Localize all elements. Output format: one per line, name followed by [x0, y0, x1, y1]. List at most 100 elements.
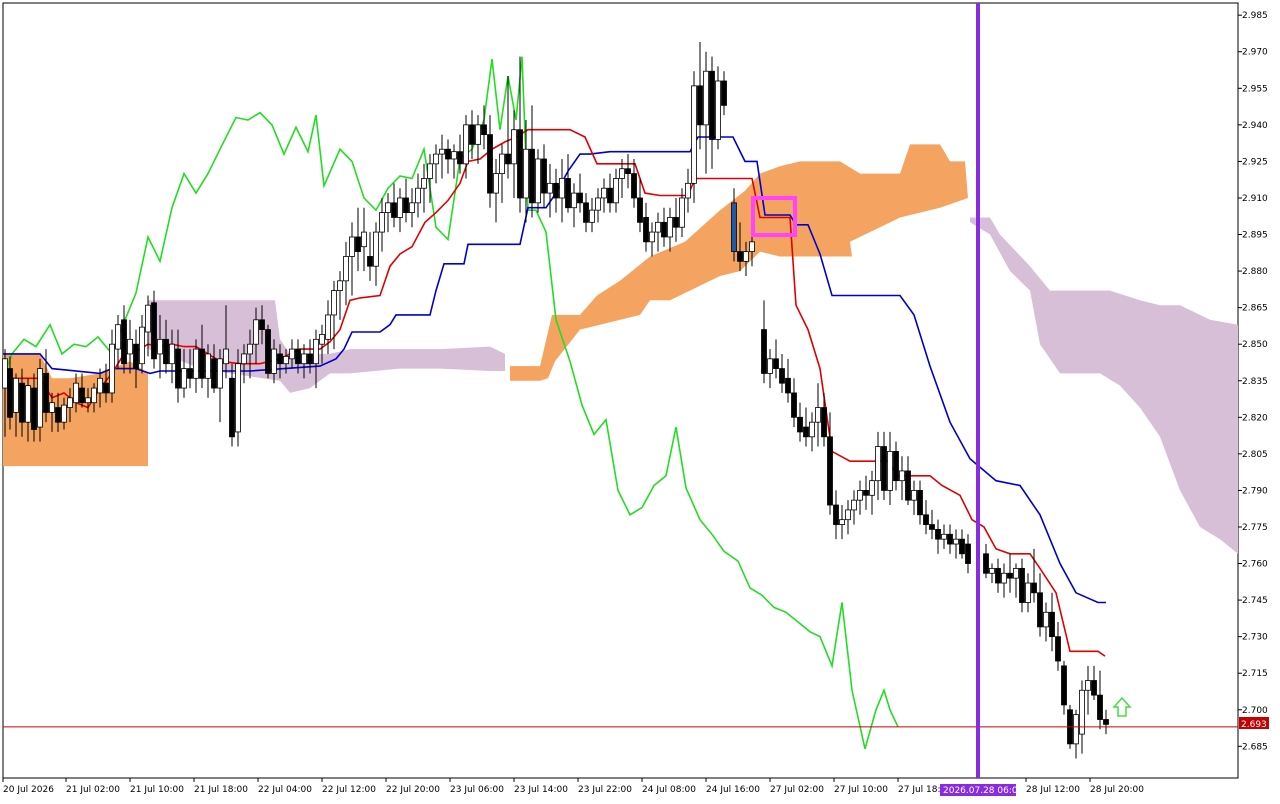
candle-body — [133, 343, 139, 369]
vline-time-label: 2026.07.28 06:00 — [943, 786, 1024, 796]
candle-body — [31, 387, 37, 430]
x-tick-label: 23 Jul 06:00 — [450, 785, 504, 795]
candle-body — [577, 192, 583, 204]
candle-body — [37, 368, 43, 428]
candle-body — [1049, 611, 1055, 638]
candle-body — [947, 533, 953, 545]
candle-body — [193, 348, 199, 379]
ichimoku-chart[interactable]: 2.985 2.970 2.955 2.940 2.925 2.910 2.895 2.880… — [0, 0, 1280, 800]
candle-body — [983, 553, 989, 574]
candle-body — [553, 182, 559, 199]
x-tick-label: 22 Jul 12:00 — [322, 785, 376, 795]
candle-body — [397, 197, 403, 218]
candle-body — [151, 302, 157, 360]
candle-body — [893, 451, 899, 482]
candle-body — [187, 368, 193, 379]
candle-body — [589, 209, 595, 223]
candle-body — [637, 197, 643, 223]
candle-body — [265, 329, 271, 374]
candle-body — [595, 197, 601, 211]
candle-body — [715, 80, 721, 140]
candle-body — [445, 148, 451, 160]
candle-body — [235, 363, 241, 433]
y-tick-label: 2.700 — [1242, 706, 1268, 716]
candle-body — [703, 70, 709, 126]
candle-body — [613, 178, 619, 204]
candle-body — [433, 153, 439, 165]
candle-body — [625, 168, 631, 174]
candle-body — [785, 377, 791, 394]
candle-body — [247, 343, 253, 355]
y-tick-label: 2.850 — [1242, 340, 1268, 350]
candle-body — [61, 404, 67, 423]
y-tick-label: 2.970 — [1242, 48, 1268, 58]
candle-body — [229, 377, 235, 438]
x-tick-label: 23 Jul 14:00 — [514, 785, 568, 795]
candle-body — [845, 509, 851, 521]
candle-body — [737, 251, 743, 262]
candle-body — [571, 192, 577, 209]
candle-body — [1007, 572, 1013, 579]
candle-body — [1025, 582, 1031, 603]
candle-body — [779, 368, 785, 384]
candle-body — [271, 348, 277, 374]
candle-body — [85, 397, 91, 404]
candle-body — [169, 343, 175, 365]
candle-body — [79, 387, 85, 404]
candle-body — [749, 241, 755, 252]
x-tick-label: 23 Jul 22:00 — [578, 785, 632, 795]
candle-body — [863, 490, 869, 496]
candle-body — [97, 377, 103, 394]
candle-body — [881, 446, 887, 491]
candle[interactable] — [235, 349, 241, 447]
candle-body — [619, 168, 625, 179]
candle-body — [1055, 636, 1061, 662]
candle-body — [55, 407, 61, 423]
current-price-label: 2.693 — [1241, 720, 1267, 730]
candle-body — [517, 129, 523, 199]
candle[interactable] — [535, 149, 541, 213]
candle-body — [505, 153, 511, 165]
y-tick-label: 2.925 — [1242, 157, 1268, 167]
candle-body — [415, 187, 421, 204]
candle-body — [685, 182, 691, 199]
x-tick-label: 22 Jul 04:00 — [258, 785, 312, 795]
candle-body — [809, 421, 815, 438]
candle-body — [1013, 568, 1019, 579]
candle-body — [673, 217, 679, 228]
x-tick-label: 20 Jul 2026 — [3, 785, 54, 795]
candle[interactable] — [265, 324, 271, 379]
candle-body — [911, 490, 917, 501]
candle-body — [899, 470, 905, 482]
candle-body — [379, 212, 385, 233]
candle-body — [259, 319, 265, 330]
candle-body — [319, 334, 325, 345]
candle-body — [607, 187, 613, 204]
candle-body — [175, 348, 181, 389]
y-tick-label: 2.940 — [1242, 121, 1268, 131]
candle-body — [791, 392, 797, 418]
y-tick-label: 2.745 — [1242, 596, 1268, 606]
candle-body — [139, 326, 145, 365]
candle[interactable] — [691, 71, 697, 203]
candle-body — [67, 397, 73, 408]
candle-body — [367, 256, 373, 267]
candle-body — [523, 148, 529, 199]
y-tick-label: 2.775 — [1242, 523, 1268, 533]
candle-body — [965, 543, 971, 564]
y-tick-label: 2.685 — [1242, 742, 1268, 752]
candle-body — [295, 348, 301, 365]
y-tick-label: 2.835 — [1242, 377, 1268, 387]
candle-body — [923, 514, 929, 525]
y-tick-label: 2.790 — [1242, 486, 1268, 496]
candle-body — [373, 231, 379, 267]
candle-body — [643, 217, 649, 243]
candle-body — [797, 416, 803, 433]
candle-body — [721, 80, 727, 106]
price-axis[interactable]: 2.985 2.970 2.955 2.940 2.925 2.910 2.895 2.880… — [1238, 11, 1268, 752]
candle-body — [493, 173, 499, 194]
candle-body — [1097, 694, 1103, 720]
y-tick-label: 2.880 — [1242, 267, 1268, 277]
candle-body — [451, 151, 457, 160]
chart-canvas[interactable]: 2.985 2.970 2.955 2.940 2.925 2.910 2.895 2.880… — [0, 0, 1280, 800]
